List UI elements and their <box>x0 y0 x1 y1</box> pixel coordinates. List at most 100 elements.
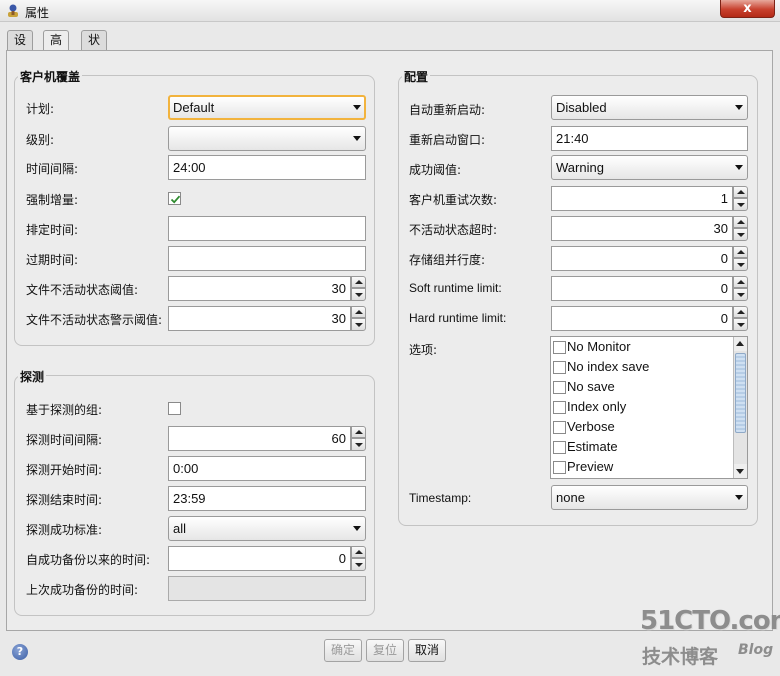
checkmark-icon <box>170 195 181 204</box>
storage-parallelism-label: 存储组并行度: <box>409 253 486 267</box>
options-list[interactable]: No Monitor No index save No save Index o… <box>550 336 748 479</box>
file-inactivity-threshold-value[interactable]: 30 <box>168 276 351 301</box>
spin-down-icon[interactable] <box>733 228 748 241</box>
tab-advanced[interactable]: 高级 <box>43 30 70 66</box>
help-icon[interactable]: ? <box>12 644 28 660</box>
client-retries-value[interactable]: 1 <box>551 186 733 211</box>
probe-end-input[interactable]: 23:59 <box>168 486 366 511</box>
auto-restart-value: Disabled <box>556 100 607 115</box>
probe-success-criteria-value: all <box>173 521 187 536</box>
success-threshold-value: Warning <box>556 160 604 175</box>
spin-down-icon[interactable] <box>351 318 366 331</box>
file-inactivity-warning-stepper[interactable]: 30 <box>168 306 366 331</box>
chevron-down-icon <box>735 495 743 500</box>
success-threshold-select[interactable]: Warning <box>551 155 748 180</box>
scroll-down-icon[interactable] <box>734 464 747 478</box>
probe-success-criteria-select[interactable]: all <box>168 516 366 541</box>
soft-runtime-limit-stepper[interactable]: 0 <box>551 276 748 301</box>
level-label: 级别: <box>26 133 55 147</box>
spin-up-icon[interactable] <box>351 306 366 318</box>
spin-up-icon[interactable] <box>733 246 748 258</box>
spin-down-icon[interactable] <box>351 438 366 451</box>
inactivity-timeout-stepper[interactable]: 30 <box>551 216 748 241</box>
hard-runtime-limit-stepper[interactable]: 0 <box>551 306 748 331</box>
spin-up-icon[interactable] <box>733 216 748 228</box>
spin-up-icon[interactable] <box>351 426 366 438</box>
schedule-label: 计划: <box>26 102 55 116</box>
probe-start-input[interactable]: 0:00 <box>168 456 366 481</box>
soft-runtime-limit-label: Soft runtime limit: <box>409 281 502 295</box>
spin-down-icon[interactable] <box>351 288 366 301</box>
timestamp-select[interactable]: none <box>551 485 748 510</box>
spin-up-icon[interactable] <box>351 276 366 288</box>
scheduled-time-input[interactable] <box>168 216 366 241</box>
ok-button[interactable]: 确定 <box>324 639 363 662</box>
option-label: Index only <box>567 399 627 414</box>
interval-input[interactable]: 24:00 <box>168 155 366 180</box>
option-checkbox[interactable] <box>553 401 566 414</box>
file-inactivity-warning-value[interactable]: 30 <box>168 306 351 331</box>
last-success-time-label: 上次成功备份的时间: <box>26 583 139 597</box>
last-success-time-input <box>168 576 366 601</box>
inactivity-timeout-value[interactable]: 30 <box>551 216 733 241</box>
spin-down-icon[interactable] <box>733 318 748 331</box>
options-scrollbar[interactable] <box>733 337 747 478</box>
probe-title: 探测 <box>18 368 47 385</box>
spin-up-icon[interactable] <box>733 306 748 318</box>
probe-interval-label: 探测时间间隔: <box>26 433 103 447</box>
close-button[interactable]: x <box>720 0 775 18</box>
storage-parallelism-stepper[interactable]: 0 <box>551 246 748 271</box>
option-checkbox[interactable] <box>553 361 566 374</box>
expire-time-input[interactable] <box>168 246 366 271</box>
file-inactivity-threshold-stepper[interactable]: 30 <box>168 276 366 301</box>
spin-up-icon[interactable] <box>351 546 366 558</box>
watermark-sub: 技术博客 <box>642 646 719 668</box>
watermark-blog: Blog <box>738 642 774 658</box>
hard-runtime-limit-value[interactable]: 0 <box>551 306 733 331</box>
reset-button[interactable]: 复位 <box>366 639 405 662</box>
spin-down-icon[interactable] <box>733 198 748 211</box>
soft-runtime-limit-value[interactable]: 0 <box>551 276 733 301</box>
title-bar: 属性 x <box>0 0 780 22</box>
success-threshold-label: 成功阈值: <box>409 163 462 177</box>
level-select[interactable] <box>168 126 366 151</box>
option-checkbox[interactable] <box>553 381 566 394</box>
file-inactivity-warning-label: 文件不活动状态警示阈值: <box>26 313 163 327</box>
storage-parallelism-value[interactable]: 0 <box>551 246 733 271</box>
spin-up-icon[interactable] <box>733 276 748 288</box>
time-since-success-value[interactable]: 0 <box>168 546 351 571</box>
scheduled-time-label: 排定时间: <box>26 223 79 237</box>
client-retries-stepper[interactable]: 1 <box>551 186 748 211</box>
window-title: 属性 <box>25 6 50 20</box>
inactivity-timeout-label: 不活动状态超时: <box>409 223 498 237</box>
schedule-select[interactable]: Default <box>168 95 366 120</box>
spin-down-icon[interactable] <box>733 258 748 271</box>
option-checkbox[interactable] <box>553 341 566 354</box>
option-checkbox[interactable] <box>553 421 566 434</box>
restart-window-input[interactable]: 21:40 <box>551 126 748 151</box>
probe-interval-value[interactable]: 60 <box>168 426 351 451</box>
scroll-up-icon[interactable] <box>734 337 747 351</box>
cancel-button[interactable]: 取消 <box>408 639 447 662</box>
option-checkbox[interactable] <box>553 461 566 474</box>
option-label: No index save <box>567 359 650 374</box>
interval-label: 时间间隔: <box>26 162 79 176</box>
option-label: Estimate <box>567 439 618 454</box>
probe-interval-stepper[interactable]: 60 <box>168 426 366 451</box>
scroll-thumb[interactable] <box>735 353 746 433</box>
chevron-down-icon <box>353 526 361 531</box>
force-incremental-checkbox[interactable] <box>168 192 181 205</box>
schedule-value: Default <box>173 100 215 115</box>
probe-based-group-checkbox[interactable] <box>168 402 181 415</box>
probe-end-label: 探测结束时间: <box>26 493 103 507</box>
tab-status[interactable]: 状态 <box>81 30 108 66</box>
spin-up-icon[interactable] <box>733 186 748 198</box>
spin-down-icon[interactable] <box>351 558 366 571</box>
chevron-down-icon <box>735 165 743 170</box>
client-retries-label: 客户机重试次数: <box>409 193 498 207</box>
spin-down-icon[interactable] <box>733 288 748 301</box>
option-checkbox[interactable] <box>553 441 566 454</box>
time-since-success-stepper[interactable]: 0 <box>168 546 366 571</box>
auto-restart-select[interactable]: Disabled <box>551 95 748 120</box>
tab-settings[interactable]: 设置 <box>7 30 34 66</box>
